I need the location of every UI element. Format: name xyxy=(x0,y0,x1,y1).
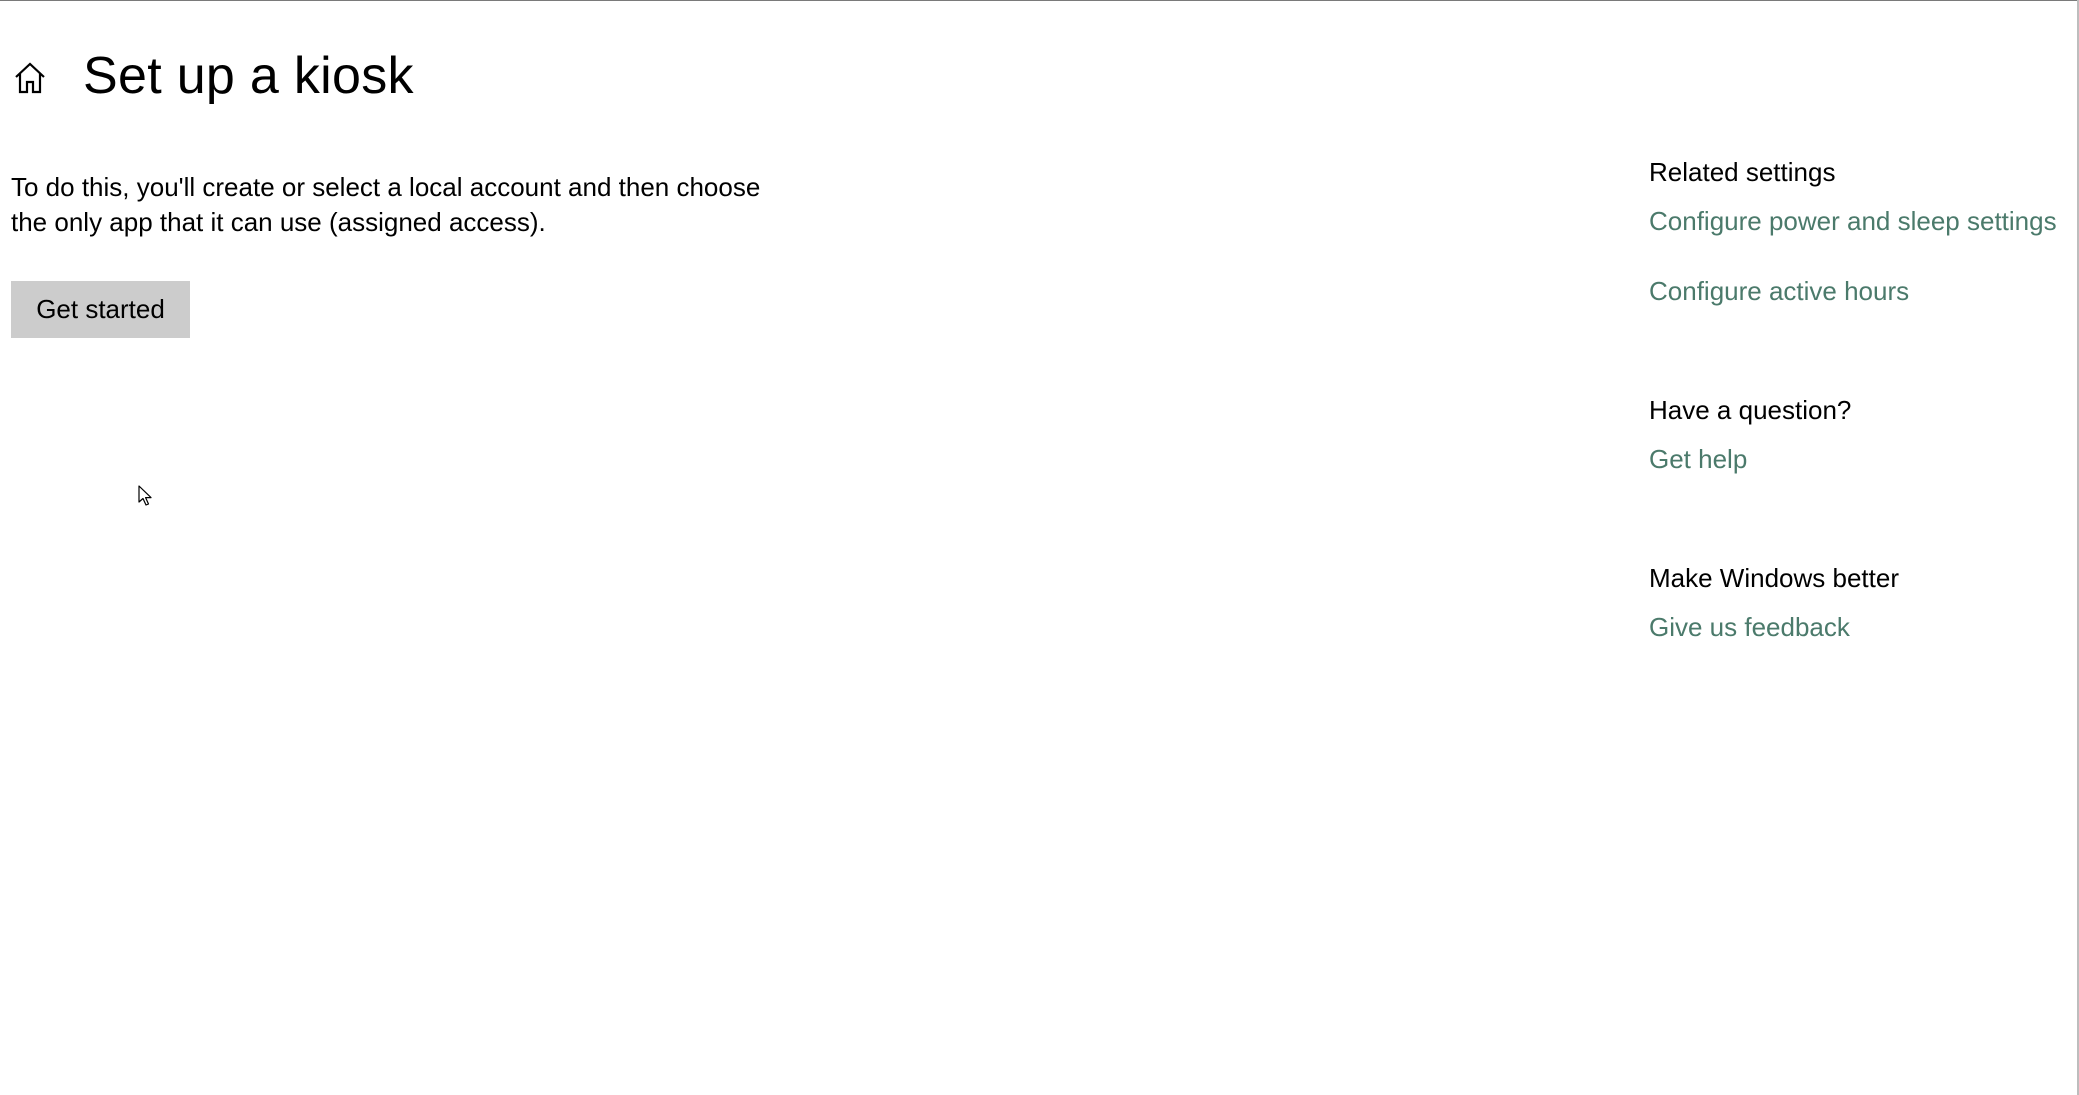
window-top-border xyxy=(0,0,2079,1)
get-help-link[interactable]: Get help xyxy=(1649,442,1747,476)
power-sleep-settings-link[interactable]: Configure power and sleep settings xyxy=(1649,204,2057,238)
give-feedback-link[interactable]: Give us feedback xyxy=(1649,610,1850,644)
make-windows-better-heading: Make Windows better xyxy=(1649,563,1899,593)
active-hours-link[interactable]: Configure active hours xyxy=(1649,274,1909,308)
have-a-question-heading: Have a question? xyxy=(1649,395,1852,425)
description-line-1: To do this, you'll create or select a lo… xyxy=(11,172,761,202)
description-line-2: the only app that it can use (assigned a… xyxy=(11,207,546,237)
related-settings-heading: Related settings xyxy=(1649,157,1836,187)
home-icon xyxy=(15,62,45,94)
page-description: To do this, you'll create or select a lo… xyxy=(11,170,811,240)
home-button[interactable] xyxy=(8,56,52,100)
page-title: Set up a kiosk xyxy=(83,47,414,105)
get-started-button[interactable]: Get started xyxy=(11,281,190,338)
mouse-pointer-icon xyxy=(138,485,152,506)
